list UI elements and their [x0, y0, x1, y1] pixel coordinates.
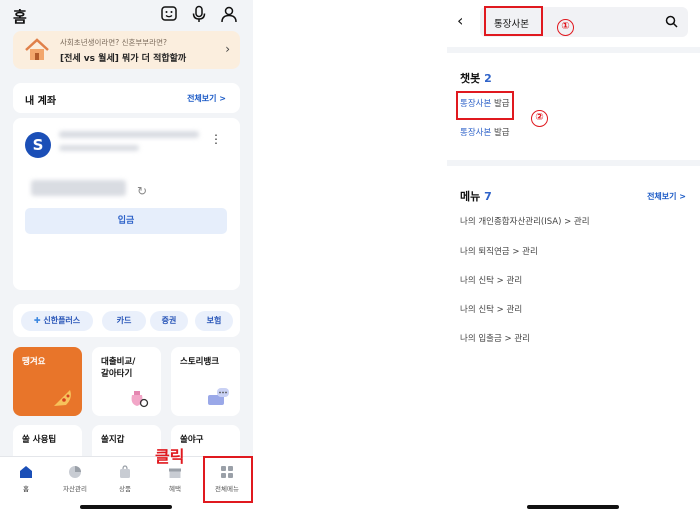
chatbot-result[interactable]: 통장사본 발급 [460, 126, 510, 138]
chip-card[interactable]: 카드 [102, 311, 146, 331]
menu-result-item[interactable]: 나의 개인종합자산관리(ISA) > 관리 [460, 215, 590, 227]
plus-icon: ✚ [33, 316, 44, 325]
chat-bubbles-icon [208, 388, 229, 405]
annotation-click-label: 클릭 [155, 447, 185, 466]
tab-benefits[interactable]: 혜택 [153, 465, 197, 493]
divider [447, 47, 700, 53]
annotation-result-box [456, 91, 514, 120]
account-see-all-link[interactable]: 전체보기 > [187, 93, 226, 104]
banner-subtitle: 사회초년생이라면? 신혼부부라면? [60, 38, 167, 47]
chip-securities[interactable]: 증권 [150, 311, 188, 331]
chatbot-count: 2 [484, 72, 492, 85]
tab-asset-management[interactable]: 자산관리 [53, 465, 97, 493]
menu-result-item[interactable]: 나의 신탁 > 관리 [460, 303, 522, 315]
page-title: 홈 [13, 8, 27, 26]
top-bar: 홈 [0, 0, 253, 30]
pizza-icon [54, 390, 71, 406]
menu-title-text: 메뉴 [460, 190, 481, 203]
account-number-masked [59, 145, 139, 151]
annotation-step-2: ② [531, 110, 548, 127]
menu-section-title: 메뉴 7 [460, 188, 492, 204]
account-header: 내 계좌 전체보기 > [13, 83, 240, 113]
banner-headline: [전세 vs 월세] 뭐가 더 적합할까 [60, 54, 187, 64]
tile-label: 땡겨요 [22, 357, 46, 367]
pie-chart-icon [69, 466, 81, 478]
divider [447, 160, 700, 166]
tab-products[interactable]: 상품 [103, 465, 147, 493]
home-indicator [527, 505, 619, 509]
tab-label: 자산관리 [63, 485, 87, 493]
result-rest: 발급 [491, 128, 510, 138]
gift-icon [169, 468, 181, 478]
account-card[interactable]: S ⋮ ↻ 입금 [13, 118, 240, 290]
tab-label: 상품 [119, 485, 131, 493]
tile-label: 스토리뱅크 [180, 357, 220, 367]
tile-loan-compare[interactable]: 대출비교/ 갈아타기 [92, 347, 161, 416]
annotation-search-box [484, 6, 543, 36]
tab-home[interactable]: 홈 [4, 465, 48, 493]
bag-icon [120, 465, 130, 478]
home-indicator [80, 505, 172, 509]
account-name-masked [59, 131, 199, 138]
quick-chips: ✚ 신한플러스 카드 증권 보험 [13, 304, 240, 337]
chip-label: 신한플러스 [43, 316, 81, 325]
left-screen: 홈 사회초년생이라면? 신혼부부라면? [전세 vs 월세] 뭐가 더 적합할까… [0, 0, 253, 514]
bank-logo-icon: S [25, 132, 51, 158]
annotation-step-1: ① [557, 19, 574, 36]
tile-label: 쏠지갑 [101, 435, 125, 445]
menu-see-all-link[interactable]: 전체보기 > [647, 191, 686, 202]
tile-label: 대출비교/ 갈아타기 [101, 357, 136, 379]
balance-masked [31, 180, 126, 196]
tab-label: 홈 [23, 485, 29, 493]
search-icon[interactable] [665, 15, 678, 28]
promo-banner[interactable]: 사회초년생이라면? 신혼부부라면? [전세 vs 월세] 뭐가 더 적합할까 › [13, 31, 240, 69]
chatbot-section-title: 챗봇 2 [460, 70, 492, 86]
menu-result-item[interactable]: 나의 퇴직연금 > 관리 [460, 245, 538, 257]
house-icon [25, 38, 49, 60]
tab-label: 혜택 [169, 485, 181, 493]
deposit-button[interactable]: 입금 [25, 208, 227, 234]
chip-insurance[interactable]: 보험 [195, 311, 233, 331]
back-arrow-icon[interactable]: ‹ [457, 11, 463, 30]
tile-label: 쏠 사용팁 [22, 435, 57, 445]
result-highlight: 통장사본 [460, 128, 492, 138]
chat-icon[interactable] [160, 5, 178, 23]
chevron-right-icon: › [225, 42, 230, 56]
chip-shinhan-plus[interactable]: ✚ 신한플러스 [21, 311, 93, 331]
money-bag-icon [131, 391, 149, 408]
refresh-icon[interactable]: ↻ [137, 184, 147, 198]
home-icon [20, 466, 32, 478]
annotation-highlight-box [203, 456, 253, 503]
right-screen: ‹ 통장사본 ① 챗봇 2 통장사본 발급 통장사본 발급 ② 메뉴 7 전체보… [447, 0, 700, 514]
menu-count: 7 [484, 190, 492, 203]
profile-icon[interactable] [220, 5, 238, 23]
tile-ddanggyeoyo[interactable]: 땡겨요 [13, 347, 82, 416]
tile-story-bank[interactable]: 스토리뱅크 [171, 347, 240, 416]
menu-result-item[interactable]: 나의 입출금 > 관리 [460, 332, 530, 344]
microphone-icon[interactable] [190, 5, 208, 23]
chatbot-title-text: 챗봇 [460, 72, 481, 85]
menu-result-item[interactable]: 나의 신탁 > 관리 [460, 274, 522, 286]
account-title: 내 계좌 [25, 96, 57, 107]
more-options-icon[interactable]: ⋮ [210, 132, 222, 146]
